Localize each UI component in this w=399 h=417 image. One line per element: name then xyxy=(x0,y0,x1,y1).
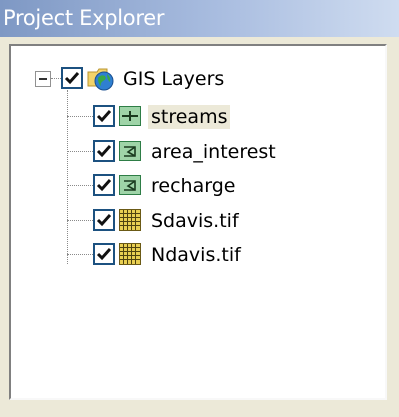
checkmark-icon xyxy=(64,72,80,85)
tree-root-gis-layers[interactable]: GIS Layers xyxy=(11,61,381,95)
layer-label: area_interest xyxy=(151,141,276,163)
project-explorer-window: Project Explorer GIS Layers streams area… xyxy=(0,0,399,417)
checkbox-ndavis[interactable] xyxy=(93,243,115,265)
tree-connector xyxy=(67,116,93,117)
window-title: Project Explorer xyxy=(3,6,165,30)
checkmark-icon xyxy=(96,179,112,192)
tree-connector xyxy=(67,151,93,152)
tree-root-label: GIS Layers xyxy=(123,68,225,90)
checkmark-icon xyxy=(96,145,112,158)
checkbox-area-interest[interactable] xyxy=(93,140,115,162)
polygon-layer-icon xyxy=(119,141,141,161)
layer-item-area-interest[interactable]: area_interest xyxy=(91,134,381,168)
layer-tree: GIS Layers streams area_interest recharg… xyxy=(11,46,385,398)
layer-label: streams xyxy=(148,105,231,129)
polygon-layer-icon xyxy=(119,175,141,195)
checkmark-icon xyxy=(96,110,112,123)
tree-connector xyxy=(67,254,93,255)
checkbox-streams[interactable] xyxy=(93,105,115,127)
title-bar[interactable]: Project Explorer xyxy=(0,0,399,37)
collapse-toggle[interactable] xyxy=(35,71,51,87)
layer-label: Ndavis.tif xyxy=(151,244,241,266)
tree-connector xyxy=(67,220,93,221)
checkbox-sdavis[interactable] xyxy=(93,209,115,231)
layer-label: recharge xyxy=(151,175,236,197)
globe-folder-icon xyxy=(87,68,114,91)
checkmark-icon xyxy=(96,214,112,227)
raster-grid-icon xyxy=(119,243,141,265)
checkmark-icon xyxy=(96,248,112,261)
layer-item-recharge[interactable]: recharge xyxy=(91,168,381,202)
line-layer-icon xyxy=(119,106,141,126)
tree-panel[interactable]: GIS Layers streams area_interest recharg… xyxy=(9,44,387,400)
layer-item-streams[interactable]: streams xyxy=(91,99,381,133)
layer-item-sdavis[interactable]: Sdavis.tif xyxy=(91,203,381,237)
raster-grid-icon xyxy=(119,209,141,231)
checkbox-gis-layers[interactable] xyxy=(61,67,83,89)
tree-connector xyxy=(67,185,93,186)
layer-item-ndavis[interactable]: Ndavis.tif xyxy=(91,237,381,271)
checkbox-recharge[interactable] xyxy=(93,174,115,196)
layer-label: Sdavis.tif xyxy=(151,210,239,232)
